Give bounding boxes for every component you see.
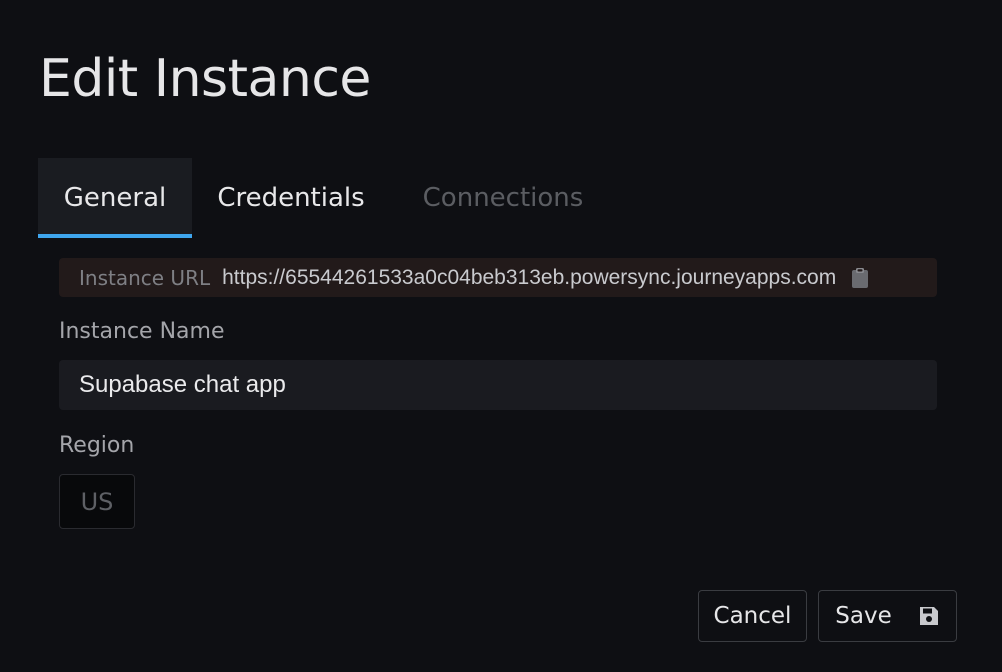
tab-connections-label: Connections xyxy=(422,183,584,213)
region-label: Region xyxy=(59,433,135,458)
tab-general[interactable]: General xyxy=(38,158,192,238)
tab-credentials[interactable]: Credentials xyxy=(192,158,390,238)
instance-name-label: Instance Name xyxy=(59,319,225,344)
instance-url-label: Instance URL xyxy=(79,265,211,290)
page-title: Edit Instance xyxy=(39,49,371,109)
cancel-button-label: Cancel xyxy=(713,603,792,629)
instance-url-value: https://65544261533a0c04beb313eb.powersy… xyxy=(222,265,837,289)
tab-credentials-label: Credentials xyxy=(217,183,365,213)
instance-name-input[interactable] xyxy=(59,360,937,410)
region-value: US xyxy=(80,487,114,516)
clipboard-icon[interactable] xyxy=(850,266,870,290)
save-button[interactable]: Save xyxy=(818,590,957,642)
cancel-button[interactable]: Cancel xyxy=(698,590,807,642)
region-select[interactable]: US xyxy=(59,474,135,529)
floppy-disk-icon xyxy=(918,605,940,627)
instance-url-bar: Instance URL https://65544261533a0c04beb… xyxy=(59,258,937,297)
tab-general-label: General xyxy=(63,183,167,213)
edit-instance-page: Edit Instance General Credentials Connec… xyxy=(0,0,1002,672)
tab-bar: General Credentials Connections xyxy=(38,158,616,238)
save-button-label: Save xyxy=(835,603,892,629)
tab-connections: Connections xyxy=(390,158,616,238)
